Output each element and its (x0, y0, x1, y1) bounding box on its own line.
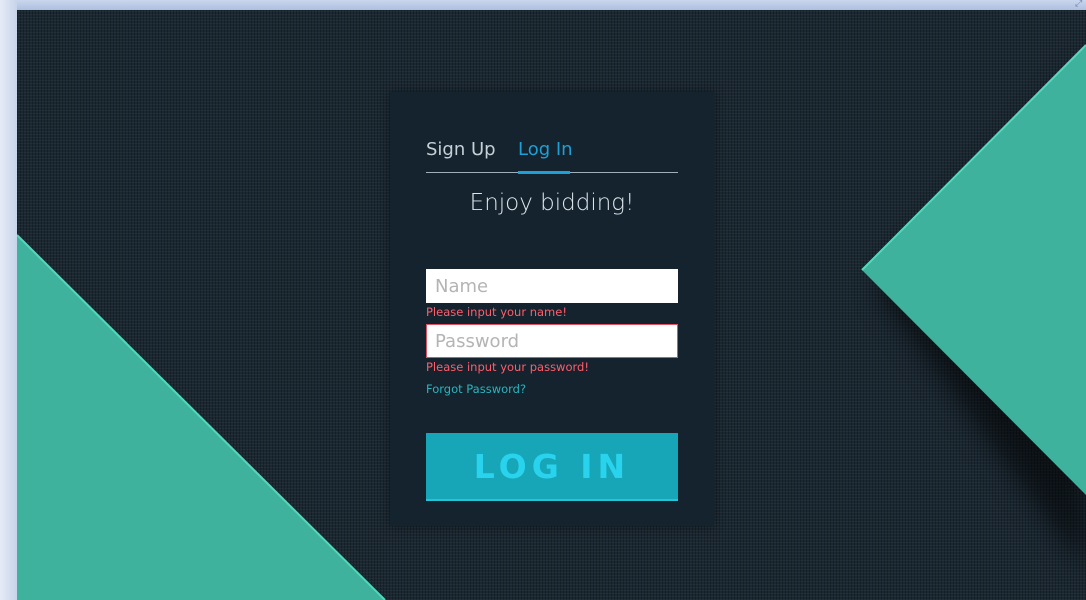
name-input[interactable] (426, 269, 678, 303)
window-left-border (0, 0, 17, 600)
auth-tabs: Sign Up Log In (426, 132, 678, 174)
forgot-password-link[interactable]: Forgot Password? (426, 382, 526, 396)
password-error-message: Please input your password! (426, 360, 589, 374)
window-top-border (0, 0, 1086, 10)
tab-sign-up[interactable]: Sign Up (426, 139, 496, 160)
tagline: Enjoy bidding! (469, 190, 635, 216)
active-tab-indicator (518, 171, 570, 174)
password-input[interactable] (426, 324, 678, 358)
right-teal-diamond (862, 45, 1086, 495)
name-error-message: Please input your name! (426, 305, 567, 319)
resize-icon[interactable]: ⤢ (1075, 0, 1083, 9)
background-canvas: Sign Up Log In Enjoy bidding! Please inp… (17, 10, 1086, 600)
login-card: Sign Up Log In Enjoy bidding! Please inp… (390, 92, 714, 526)
tab-log-in[interactable]: Log In (518, 139, 573, 160)
log-in-button[interactable]: LOG IN (426, 433, 678, 501)
